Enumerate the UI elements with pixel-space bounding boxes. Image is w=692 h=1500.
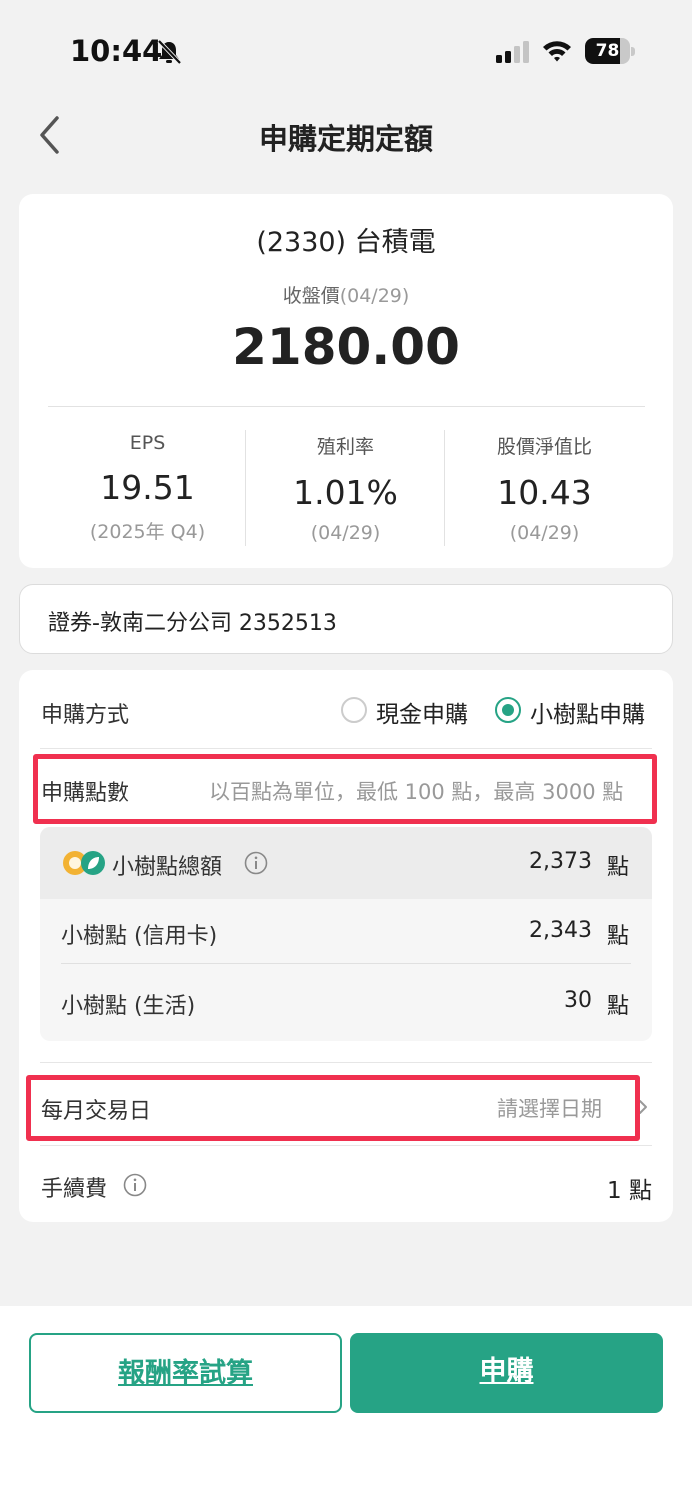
divider [40,748,652,749]
fee-value: 1 點 [607,1178,652,1204]
divider [48,406,645,407]
radio-cash-label[interactable]: 現金申購 [376,695,468,729]
close-price: 2180.00 [232,318,460,376]
highlight-box [33,754,657,824]
metric-eps: EPS 19.51 (2025年 Q4) [48,430,247,550]
points-unit: 點 [607,855,630,880]
radio-cash[interactable] [341,697,367,723]
cellular-signal-icon [496,41,529,63]
metric-value: 10.43 [497,473,592,512]
metric-label: EPS [129,432,166,454]
radio-points-label[interactable]: 小樹點申購 [530,695,645,729]
nav-bar: 申購定期定額 [0,100,692,170]
close-date: (04/29) [339,285,410,307]
points-unit: 點 [607,994,630,1019]
metric-yield: 殖利率 1.01% (04/29) [246,430,445,550]
metric-sub: (2025年 Q4) [89,521,206,543]
status-time: 10:44 [70,34,163,68]
method-label: 申購方式 [41,703,130,728]
close-label-text: 收盤價 [282,285,340,307]
info-icon[interactable] [244,851,268,875]
metric-value: 1.01% [293,473,398,512]
metric-value: 19.51 [100,468,195,507]
points-total-value: 2,373 [529,849,592,874]
points-total-row: 小樹點總額 2,373 點 [40,827,652,899]
stock-info-card: (2330) 台積電 收盤價(04/29) 2180.00 EPS 19.51 … [19,194,673,568]
page-title: 申購定期定額 [258,122,433,156]
metric-sub: (04/29) [310,522,381,544]
wifi-icon [543,41,571,62]
metric-label: 殖利率 [316,436,374,458]
battery-nub [631,47,635,56]
points-credit-label: 小樹點 (信用卡) [61,924,218,949]
points-life-label: 小樹點 (生活) [61,994,196,1019]
account-text: 證券-敦南二分公司 2352513 [48,611,337,636]
close-price-label: 收盤價(04/29) [19,281,673,308]
account-selector[interactable]: 證券-敦南二分公司 2352513 [19,584,673,654]
fee-label: 手續費 [41,1177,108,1202]
status-bar: 10:44 78 [0,0,692,100]
bell-off-icon [157,39,182,65]
footer-bar: 報酬率試算 申購 [0,1306,692,1500]
metric-sub: (04/29) [509,522,580,544]
metric-label: 股價淨值比 [496,436,592,458]
metric-pb-ratio: 股價淨值比 10.43 (04/29) [445,430,644,550]
radio-points[interactable] [495,697,521,723]
points-balance-panel: 小樹點總額 2,373 點 小樹點 (信用卡) 2,343 點 小樹點 (生活)… [40,827,652,1041]
divider [40,1145,652,1146]
stock-name: (2330) 台積電 [256,227,436,258]
highlight-box [26,1075,640,1141]
subscription-form: 申購方式 現金申購 小樹點申購 申購點數 以百點為單位，最低 100 點，最高 … [19,670,673,1222]
battery-body: 78 [585,38,630,64]
subscribe-button[interactable]: 申購 [350,1333,663,1413]
divider [40,1062,652,1063]
points-credit-value: 2,343 [529,918,592,943]
battery-indicator: 78 [585,38,635,64]
points-unit: 點 [607,924,630,949]
divider [61,963,631,964]
info-icon[interactable] [123,1173,147,1197]
points-total-label: 小樹點總額 [112,855,223,880]
return-calculator-button[interactable]: 報酬率試算 [29,1333,342,1413]
points-life-value: 30 [564,988,592,1013]
battery-percent: 78 [595,41,620,61]
tree-points-logo-icon [63,851,105,875]
